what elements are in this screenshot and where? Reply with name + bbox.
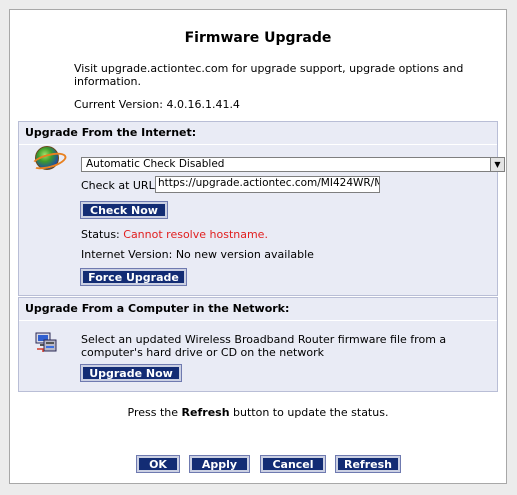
computer-upgrade-section: Upgrade From a Computer in the Network: …	[18, 297, 498, 392]
url-input[interactable]: https://upgrade.actiontec.com/MI424WR/MI…	[155, 176, 380, 193]
internet-version: Internet Version: No new version availab…	[81, 248, 314, 261]
auto-check-select[interactable]: Automatic Check Disabled ▼	[81, 157, 505, 172]
auto-check-selected-value: Automatic Check Disabled	[86, 158, 225, 170]
hint-suffix: button to update the status.	[229, 406, 389, 419]
refresh-button[interactable]: Refresh	[335, 455, 401, 473]
hint-prefix: Press the	[127, 406, 182, 419]
internet-upgrade-section: Upgrade From the Internet: Automatic Che…	[18, 121, 505, 296]
page-title: Firmware Upgrade	[184, 30, 332, 46]
current-version: Current Version: 4.0.16.1.41.4	[74, 98, 240, 111]
hint-bold: Refresh	[181, 406, 230, 419]
cancel-button[interactable]: Cancel	[260, 455, 326, 473]
force-upgrade-button[interactable]: Force Upgrade	[80, 268, 187, 286]
refresh-hint: Press the Refresh button to update the s…	[10, 406, 506, 419]
status-label: Status:	[81, 228, 124, 241]
firmware-upgrade-panel: Firmware Upgrade Visit upgrade.actiontec…	[9, 9, 507, 484]
computer-network-icon	[35, 332, 57, 352]
intro-text: Visit upgrade.actiontec.com for upgrade …	[74, 62, 464, 88]
internet-section-heading: Upgrade From the Internet:	[19, 122, 497, 145]
computer-section-heading: Upgrade From a Computer in the Network:	[19, 298, 497, 321]
status-line: Status: Cannot resolve hostname.	[81, 228, 268, 241]
status-value: Cannot resolve hostname.	[123, 228, 268, 241]
chevron-down-icon[interactable]: ▼	[490, 158, 504, 171]
upgrade-now-button[interactable]: Upgrade Now	[80, 364, 182, 382]
check-now-button[interactable]: Check Now	[80, 201, 168, 219]
url-label: Check at URL	[81, 179, 155, 192]
ok-button[interactable]: OK	[136, 455, 180, 473]
apply-button[interactable]: Apply	[189, 455, 250, 473]
computer-upgrade-description: Select an updated Wireless Broadband Rou…	[81, 333, 447, 359]
